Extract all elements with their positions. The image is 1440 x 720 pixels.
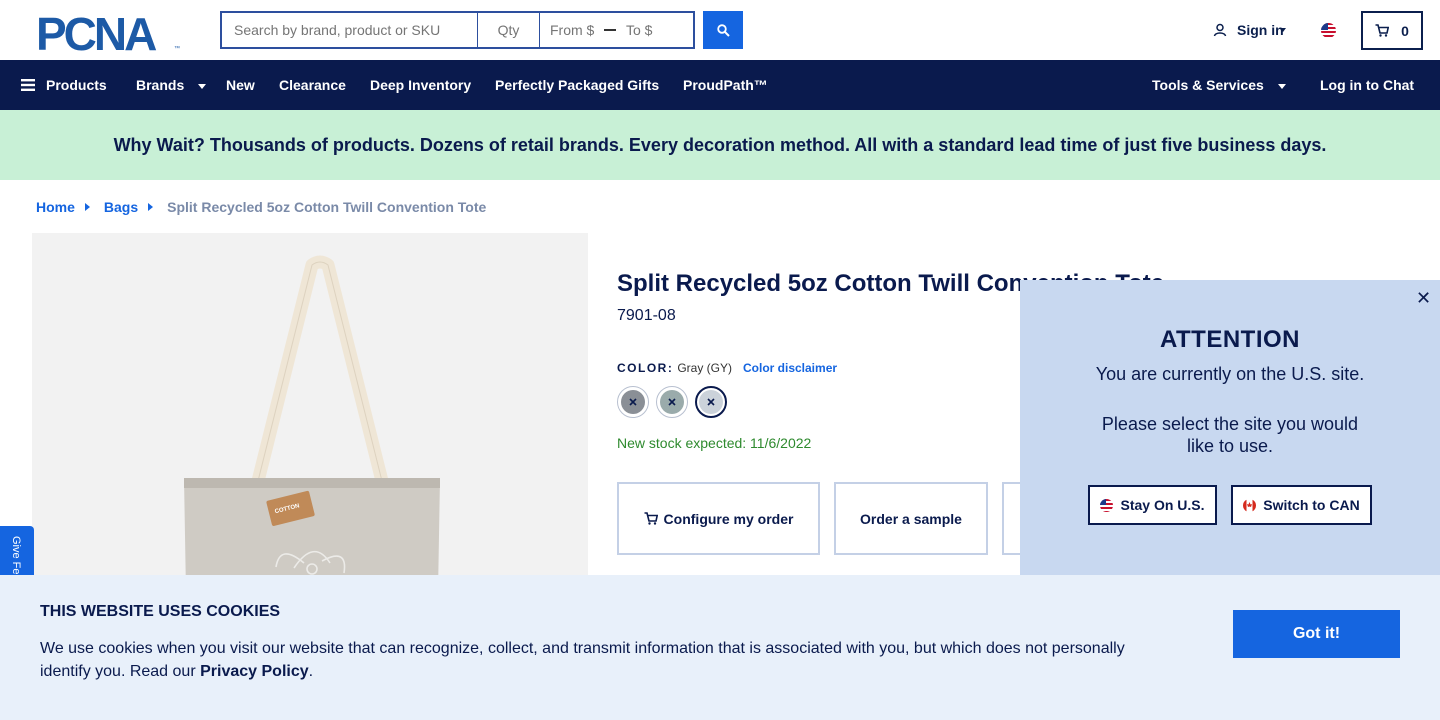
nav-chat[interactable]: Log in to Chat [1320,60,1414,110]
nav-new-label: New [226,77,255,93]
nav-proudpath[interactable]: ProudPath™ [683,60,768,110]
breadcrumb-current: Split Recycled 5oz Cotton Twill Conventi… [167,199,487,215]
nav-products[interactable]: Products [21,60,107,110]
cart-button[interactable]: 0 [1361,11,1423,50]
nav-clearance-label: Clearance [279,77,346,93]
svg-text:™: ™ [174,45,180,52]
hamburger-icon [21,79,35,91]
nav-gifts[interactable]: Perfectly Packaged Gifts [495,60,659,110]
color-label: COLOR: [617,361,674,375]
us-flag-icon[interactable] [1321,23,1336,38]
user-icon [1213,23,1227,37]
nav-brands-label: Brands [136,77,185,93]
nav-chat-label: Log in to Chat [1320,77,1415,93]
search-icon [716,23,730,37]
cookie-period: . [308,663,314,680]
close-icon [707,398,715,406]
swatch-fill [660,390,684,414]
us-flag-icon [1100,498,1114,512]
pcna-logo[interactable]: PCNA ™ [36,12,186,52]
close-icon [668,398,676,406]
sign-in-label: Sign in [1237,22,1284,38]
search-button[interactable] [703,11,743,49]
chevron-right-icon [148,203,154,211]
chevron-down-icon [1277,83,1286,89]
configure-order-button[interactable]: Configure my order [617,482,820,555]
cart-icon [644,512,658,525]
close-icon[interactable]: ✕ [1416,288,1431,309]
nav-deep-inventory-label: Deep Inventory [370,77,472,93]
switch-can-label: Switch to CAN [1263,497,1360,513]
close-icon [629,398,637,406]
price-from-input[interactable] [550,22,602,38]
nav-clearance[interactable]: Clearance [279,60,346,110]
region-popup-prompt: Please select the site you would like to… [1101,414,1359,456]
tote-bag-image: COTTON [184,255,440,593]
region-popup-title: ATTENTION [1159,326,1301,353]
region-popup-message: You are currently on the U.S. site. [1095,364,1365,384]
price-range [540,11,695,49]
nav-tools-label: Tools & Services [1152,77,1264,93]
order-sample-button[interactable]: Order a sample [834,482,988,555]
site-header: PCNA ™ Sign in 0 [0,0,1440,60]
cookie-text: We use cookies when you visit our websit… [40,637,1150,683]
nav-deep-inventory[interactable]: Deep Inventory [370,60,471,110]
chevron-right-icon [84,203,90,211]
stay-us-label: Stay On U.S. [1120,497,1205,513]
order-sample-label: Order a sample [860,510,962,527]
cookie-title: THIS WEBSITE USES COOKIES [40,603,281,620]
configure-order-label: Configure my order [663,510,794,527]
product-sku: 7901-08 [617,307,676,324]
swatch-fill [699,390,723,414]
region-popup: ✕ ATTENTION You are currently on the U.S… [1020,280,1440,580]
color-swatches [617,386,727,418]
color-swatch[interactable] [617,386,649,418]
stay-us-button[interactable]: Stay On U.S. [1088,485,1217,525]
cart-count: 0 [1401,22,1409,39]
nav-brands[interactable]: Brands [136,60,207,110]
product-image[interactable]: COTTON [32,233,588,593]
promo-banner-text: Why Wait? Thousands of products. Dozens … [113,134,1327,155]
chevron-down-icon [1279,28,1286,32]
main-nav: Products Brands New Clearance Deep Inven… [0,60,1440,110]
color-disclaimer-link[interactable]: Color disclaimer [743,361,837,375]
search-group [220,11,695,49]
price-to-input[interactable] [626,22,678,38]
privacy-policy-link[interactable]: Privacy Policy [200,663,309,680]
color-value: Gray (GY) [677,361,732,375]
breadcrumb-home[interactable]: Home [36,199,75,215]
sign-in-menu[interactable]: Sign in [1213,22,1286,38]
qty-input[interactable] [478,11,540,49]
search-input[interactable] [220,11,478,49]
nav-new[interactable]: New [226,60,255,110]
got-it-button[interactable]: Got it! [1233,610,1400,658]
nav-products-label: Products [46,77,107,93]
color-row: COLOR: Gray (GY) Color disclaimer [617,361,837,375]
nav-proudpath-label: ProudPath™ [683,77,768,93]
promo-banner: Why Wait? Thousands of products. Dozens … [0,110,1440,180]
nav-gifts-label: Perfectly Packaged Gifts [495,77,660,93]
color-swatch-selected[interactable] [695,386,727,418]
got-it-label: Got it! [1292,625,1341,642]
cart-icon [1375,24,1390,37]
canada-flag-icon [1243,498,1257,512]
stock-status: New stock expected: 11/6/2022 [617,435,812,451]
chevron-down-icon [198,83,207,89]
switch-can-button[interactable]: Switch to CAN [1231,485,1372,525]
color-swatch[interactable] [656,386,688,418]
nav-tools-services[interactable]: Tools & Services [1152,60,1286,110]
breadcrumb: Home Bags Split Recycled 5oz Cotton Twil… [36,199,486,215]
svg-text:PCNA: PCNA [36,12,156,52]
breadcrumb-bags[interactable]: Bags [104,199,138,215]
price-dash [604,29,616,31]
swatch-fill [621,390,645,414]
cookie-banner: THIS WEBSITE USES COOKIES We use cookies… [0,575,1440,720]
